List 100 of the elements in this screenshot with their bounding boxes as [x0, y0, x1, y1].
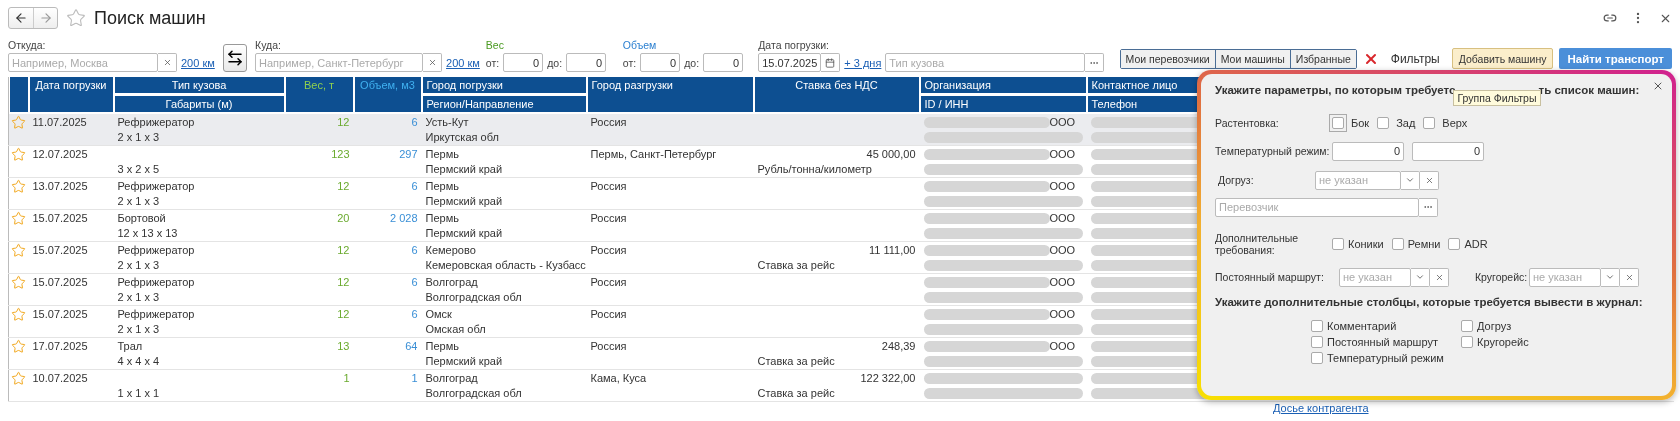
column-header[interactable]: Город погрузки: [422, 77, 586, 93]
dropdown-button[interactable]: [1401, 170, 1420, 190]
org-type-text: ООО: [1049, 211, 1076, 226]
date-field[interactable]: 15.07.2025: [758, 53, 822, 72]
dropdown-field[interactable]: не указан: [1339, 267, 1411, 287]
rate-text: 11 111,00: [869, 243, 916, 258]
checkbox[interactable]: [1311, 320, 1323, 332]
checkbox[interactable]: [1461, 336, 1473, 348]
caret-icon: [1605, 272, 1615, 282]
star-icon[interactable]: [11, 179, 26, 194]
column-header[interactable]: Дата погрузки: [29, 77, 113, 112]
popup-heading: Укажите параметры, по которым требуетс: [1215, 84, 1456, 96]
plus-days-link[interactable]: + 3 дня: [844, 56, 882, 69]
number-field[interactable]: 0: [503, 53, 544, 72]
checkbox[interactable]: [1391, 238, 1404, 250]
star-icon[interactable]: [11, 243, 26, 258]
region-text: Кемеровская область - Кузбасс: [425, 258, 586, 273]
from-field[interactable]: Например, Москва: [8, 53, 158, 72]
dropdown-field[interactable]: не указан: [1315, 170, 1401, 190]
org-type-text: ООО: [1049, 275, 1076, 290]
star-icon[interactable]: [11, 211, 26, 226]
toggle-button[interactable]: Избранные: [1289, 49, 1356, 68]
column-header[interactable]: Габариты (м): [114, 96, 284, 112]
column-header[interactable]: Объем, м3: [354, 77, 421, 112]
city-text: Пермь, Санкт-Петербург: [590, 147, 717, 162]
dropdown-button[interactable]: [1411, 267, 1430, 287]
radius-link[interactable]: 200 км: [181, 56, 215, 69]
weight-text: 12: [337, 275, 350, 290]
body-type-field[interactable]: Тип кузова: [885, 53, 1086, 72]
add-car-button[interactable]: Добавить машину: [1451, 48, 1554, 69]
number-field[interactable]: 0: [1332, 141, 1404, 161]
checkbox[interactable]: [1311, 336, 1323, 348]
rate-text: 122 322,00: [860, 371, 916, 386]
column-header[interactable]: Вес, т: [285, 77, 353, 112]
checkbox[interactable]: [1423, 117, 1436, 129]
column-header[interactable]: ID / ИНН: [920, 96, 1086, 112]
city-text: Россия: [590, 179, 627, 194]
checkbox-label: Зад: [1396, 117, 1416, 129]
star-icon[interactable]: [11, 147, 26, 162]
checkbox[interactable]: [1461, 320, 1473, 332]
checkbox-label: Комментарий: [1327, 320, 1397, 332]
column-header: [10, 77, 28, 112]
star-icon[interactable]: [66, 8, 86, 28]
checkbox-label: Верх: [1442, 117, 1468, 129]
star-icon[interactable]: [11, 115, 26, 130]
radius-link[interactable]: 200 км: [446, 56, 480, 69]
swap-button[interactable]: [222, 44, 248, 72]
number-field[interactable]: 0: [1412, 141, 1484, 161]
popup-heading: ть список машин:: [1538, 84, 1640, 96]
select-button[interactable]: [1085, 53, 1105, 72]
number-field[interactable]: 0: [566, 53, 607, 72]
star-icon[interactable]: [11, 339, 26, 354]
clear-button[interactable]: [1420, 170, 1439, 190]
dimensions-text: 3 x 2 x 5: [117, 162, 160, 177]
city-text: Россия: [590, 211, 627, 226]
star-icon[interactable]: [11, 307, 26, 322]
body-type-text: Рефрижератор: [117, 307, 195, 322]
toggle-button[interactable]: Мои перевозчики: [1120, 49, 1215, 68]
column-header[interactable]: Организация: [920, 77, 1086, 93]
checkbox[interactable]: [1377, 117, 1390, 129]
volume-text: 297: [399, 147, 418, 162]
toggle-button[interactable]: Мои машины: [1214, 49, 1290, 68]
clear-button[interactable]: [1620, 267, 1639, 287]
star-icon[interactable]: [11, 275, 26, 290]
column-header[interactable]: Город разгрузки: [587, 77, 753, 112]
star-icon[interactable]: [11, 371, 26, 386]
clear-button[interactable]: [1430, 267, 1449, 287]
rate-text: 248,39: [881, 339, 916, 354]
number-field[interactable]: 0: [640, 53, 681, 72]
checkbox[interactable]: [1332, 238, 1344, 250]
weight-label: Вес: [485, 39, 505, 51]
checkbox[interactable]: [1448, 238, 1461, 250]
close-icon: [1424, 175, 1434, 185]
date-text: 13.07.2025: [32, 179, 88, 194]
checkbox[interactable]: [1311, 352, 1323, 364]
column-header[interactable]: Тип кузова: [114, 77, 284, 93]
number-field[interactable]: 0: [703, 53, 744, 72]
close-button[interactable]: [1652, 80, 1664, 92]
dossier-link[interactable]: Досье контрагента: [1273, 402, 1369, 414]
region-text: Пермский край: [425, 194, 503, 209]
dropdown-field[interactable]: не указан: [1529, 267, 1601, 287]
clear-button[interactable]: [158, 53, 177, 72]
filters-button[interactable]: Фильтры: [1384, 48, 1446, 69]
body-type-text: Рефрижератор: [117, 275, 195, 290]
calendar-button[interactable]: [821, 53, 841, 72]
dropdown-button[interactable]: [1601, 267, 1620, 287]
select-button[interactable]: [1419, 197, 1438, 217]
clear-button[interactable]: [423, 53, 443, 72]
org-type-text: ООО: [1049, 147, 1076, 162]
link-icon[interactable]: [1603, 11, 1617, 25]
close-icon: [427, 58, 437, 67]
column-header[interactable]: Ставка без НДС: [754, 77, 919, 112]
carrier-field[interactable]: Перевозчик: [1215, 197, 1419, 217]
checkbox[interactable]: [1332, 117, 1344, 129]
checkbox-label: Бок: [1351, 117, 1370, 129]
dimensions-text: 2 x 1 x 3: [117, 322, 160, 337]
body-type-text: Трал: [117, 339, 143, 354]
volume-text: 64: [405, 339, 418, 354]
to-field[interactable]: Например, Санкт-Петербург: [255, 53, 424, 72]
column-header[interactable]: Регион/Направление: [422, 96, 586, 112]
